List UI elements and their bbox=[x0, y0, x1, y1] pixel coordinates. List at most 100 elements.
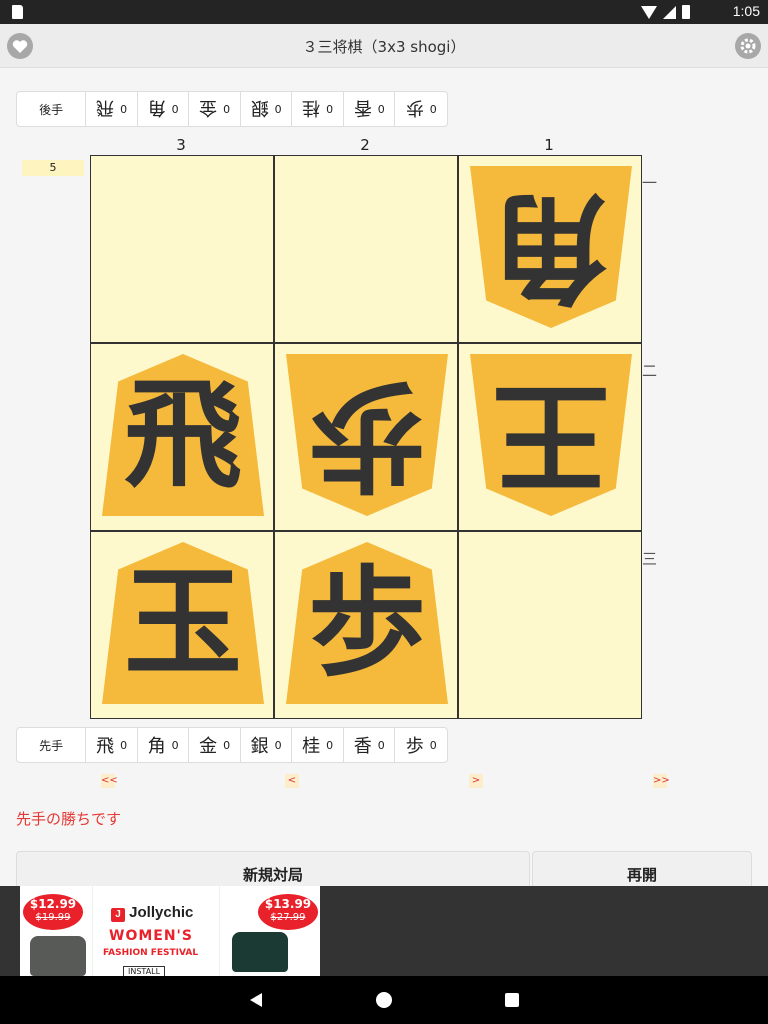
rank-label-3: 三 bbox=[642, 550, 658, 568]
gote-hand-gold[interactable]: 金0 bbox=[189, 92, 241, 126]
price-right: $13.99 bbox=[264, 897, 312, 911]
home-icon[interactable] bbox=[376, 992, 392, 1008]
battery-icon bbox=[682, 5, 690, 19]
move-counter: 5 bbox=[22, 160, 84, 176]
rank-label-2: 二 bbox=[642, 362, 658, 380]
brand-logo-icon: J bbox=[111, 908, 125, 922]
price-left: $12.99 bbox=[29, 897, 77, 911]
rank-label-1: 一 bbox=[642, 174, 658, 192]
brand-name: Jollychic bbox=[129, 904, 194, 921]
settings-button[interactable] bbox=[735, 33, 761, 59]
gote-hand-lance[interactable]: 香0 bbox=[344, 92, 396, 126]
price-tag-right: $13.99 $27.99 bbox=[258, 894, 318, 930]
recents-icon[interactable] bbox=[505, 993, 519, 1007]
gote-hand: 後手 飛0 角0 金0 銀0 桂0 香0 歩0 bbox=[16, 91, 448, 127]
piece-char: 銀 bbox=[250, 97, 269, 118]
piece-count: 0 bbox=[429, 102, 437, 116]
piece-char: 角 bbox=[147, 736, 166, 757]
status-bar: 1:05 bbox=[0, 0, 768, 24]
piece-count: 0 bbox=[429, 738, 437, 752]
sente-hand-silver[interactable]: 銀0 bbox=[241, 728, 293, 762]
piece-count: 0 bbox=[326, 102, 334, 116]
gote-hand-knight[interactable]: 桂0 bbox=[292, 92, 344, 126]
piece-gote-bishop[interactable]: 角 bbox=[470, 166, 632, 328]
piece-gote-king[interactable]: 王 bbox=[470, 354, 632, 516]
piece-kanji: 歩 bbox=[307, 554, 426, 692]
sente-hand-gold[interactable]: 金0 bbox=[189, 728, 241, 762]
result-message: 先手の勝ちです bbox=[16, 810, 122, 828]
ad-install-button[interactable]: INSTALL bbox=[123, 966, 166, 976]
ad-headline: WOMEN'S bbox=[109, 928, 193, 944]
piece-char: 香 bbox=[353, 97, 372, 118]
old-price-right: $27.99 bbox=[270, 912, 306, 923]
piece-sente-pawn[interactable]: 歩 bbox=[286, 542, 448, 704]
piece-count: 0 bbox=[120, 102, 128, 116]
piece-char: 飛 bbox=[96, 97, 115, 118]
piece-count: 0 bbox=[120, 738, 128, 752]
old-price-left: $19.99 bbox=[35, 912, 71, 923]
first-move-button[interactable]: << bbox=[101, 774, 118, 788]
handbag-image bbox=[232, 932, 288, 972]
piece-count: 0 bbox=[223, 102, 231, 116]
piece-char: 角 bbox=[147, 97, 166, 118]
piece-count: 0 bbox=[377, 738, 385, 752]
gote-hand-rook[interactable]: 飛0 bbox=[86, 92, 138, 126]
piece-count: 0 bbox=[171, 102, 179, 116]
ad-area: $12.99 $19.99 J Jollychic WOMEN'S FASHIO… bbox=[0, 886, 768, 976]
next-move-button[interactable]: > bbox=[469, 774, 483, 788]
square-1-3[interactable] bbox=[459, 532, 642, 719]
piece-char: 香 bbox=[353, 736, 372, 757]
ad-copy: J Jollychic WOMEN'S FASHION FESTIVAL INS… bbox=[92, 886, 220, 976]
sente-hand-label: 先手 bbox=[17, 728, 87, 762]
piece-count: 0 bbox=[274, 102, 282, 116]
gote-hand-silver[interactable]: 銀0 bbox=[241, 92, 293, 126]
status-time: 1:05 bbox=[732, 3, 760, 19]
sente-hand: 先手 飛0 角0 金0 銀0 桂0 香0 歩0 bbox=[16, 727, 448, 763]
piece-gote-pawn[interactable]: 歩 bbox=[286, 354, 448, 516]
ad-brand: J Jollychic bbox=[111, 904, 193, 922]
piece-char: 歩 bbox=[405, 736, 424, 757]
piece-char: 金 bbox=[199, 736, 218, 757]
piece-char: 銀 bbox=[250, 736, 269, 757]
back-icon[interactable] bbox=[250, 993, 262, 1007]
piece-kanji: 玉 bbox=[123, 554, 242, 692]
piece-count: 0 bbox=[326, 738, 334, 752]
square-3-1[interactable] bbox=[91, 156, 275, 344]
piece-kanji: 王 bbox=[491, 366, 610, 504]
sente-hand-pawn[interactable]: 歩0 bbox=[395, 728, 447, 762]
signal-icon bbox=[663, 5, 676, 19]
piece-char: 金 bbox=[199, 97, 218, 118]
sente-hand-bishop[interactable]: 角0 bbox=[138, 728, 190, 762]
piece-kanji: 角 bbox=[491, 178, 610, 316]
file-label-1: 1 bbox=[544, 136, 554, 154]
sd-card-icon bbox=[12, 5, 23, 19]
piece-count: 0 bbox=[274, 738, 282, 752]
gote-hand-label: 後手 bbox=[17, 92, 87, 126]
gote-hand-bishop[interactable]: 角0 bbox=[138, 92, 190, 126]
piece-sente-king[interactable]: 玉 bbox=[102, 542, 264, 704]
sente-hand-knight[interactable]: 桂0 bbox=[292, 728, 344, 762]
piece-count: 0 bbox=[377, 102, 385, 116]
file-label-3: 3 bbox=[176, 136, 186, 154]
gear-icon bbox=[740, 38, 756, 54]
piece-char: 桂 bbox=[302, 97, 321, 118]
price-tag-left: $12.99 $19.99 bbox=[23, 894, 83, 930]
gote-hand-pawn[interactable]: 歩0 bbox=[395, 92, 447, 126]
system-nav-bar bbox=[0, 976, 768, 1024]
prev-move-button[interactable]: < bbox=[285, 774, 299, 788]
square-2-1[interactable] bbox=[275, 156, 459, 344]
ad-subheadline: FASHION FESTIVAL bbox=[103, 948, 199, 958]
piece-count: 0 bbox=[171, 738, 179, 752]
ad-banner[interactable]: $12.99 $19.99 J Jollychic WOMEN'S FASHIO… bbox=[20, 886, 320, 976]
wifi-icon bbox=[641, 5, 657, 19]
last-move-button[interactable]: >> bbox=[653, 774, 670, 788]
piece-char: 飛 bbox=[96, 736, 115, 757]
backpack-image bbox=[30, 936, 86, 976]
piece-count: 0 bbox=[223, 738, 231, 752]
piece-kanji: 飛 bbox=[123, 366, 242, 504]
sente-hand-lance[interactable]: 香0 bbox=[344, 728, 396, 762]
app-bar: ３三将棋（3x3 shogi） bbox=[0, 24, 768, 68]
piece-sente-rook[interactable]: 飛 bbox=[102, 354, 264, 516]
sente-hand-rook[interactable]: 飛0 bbox=[86, 728, 138, 762]
page-title: ３三将棋（3x3 shogi） bbox=[302, 38, 466, 56]
